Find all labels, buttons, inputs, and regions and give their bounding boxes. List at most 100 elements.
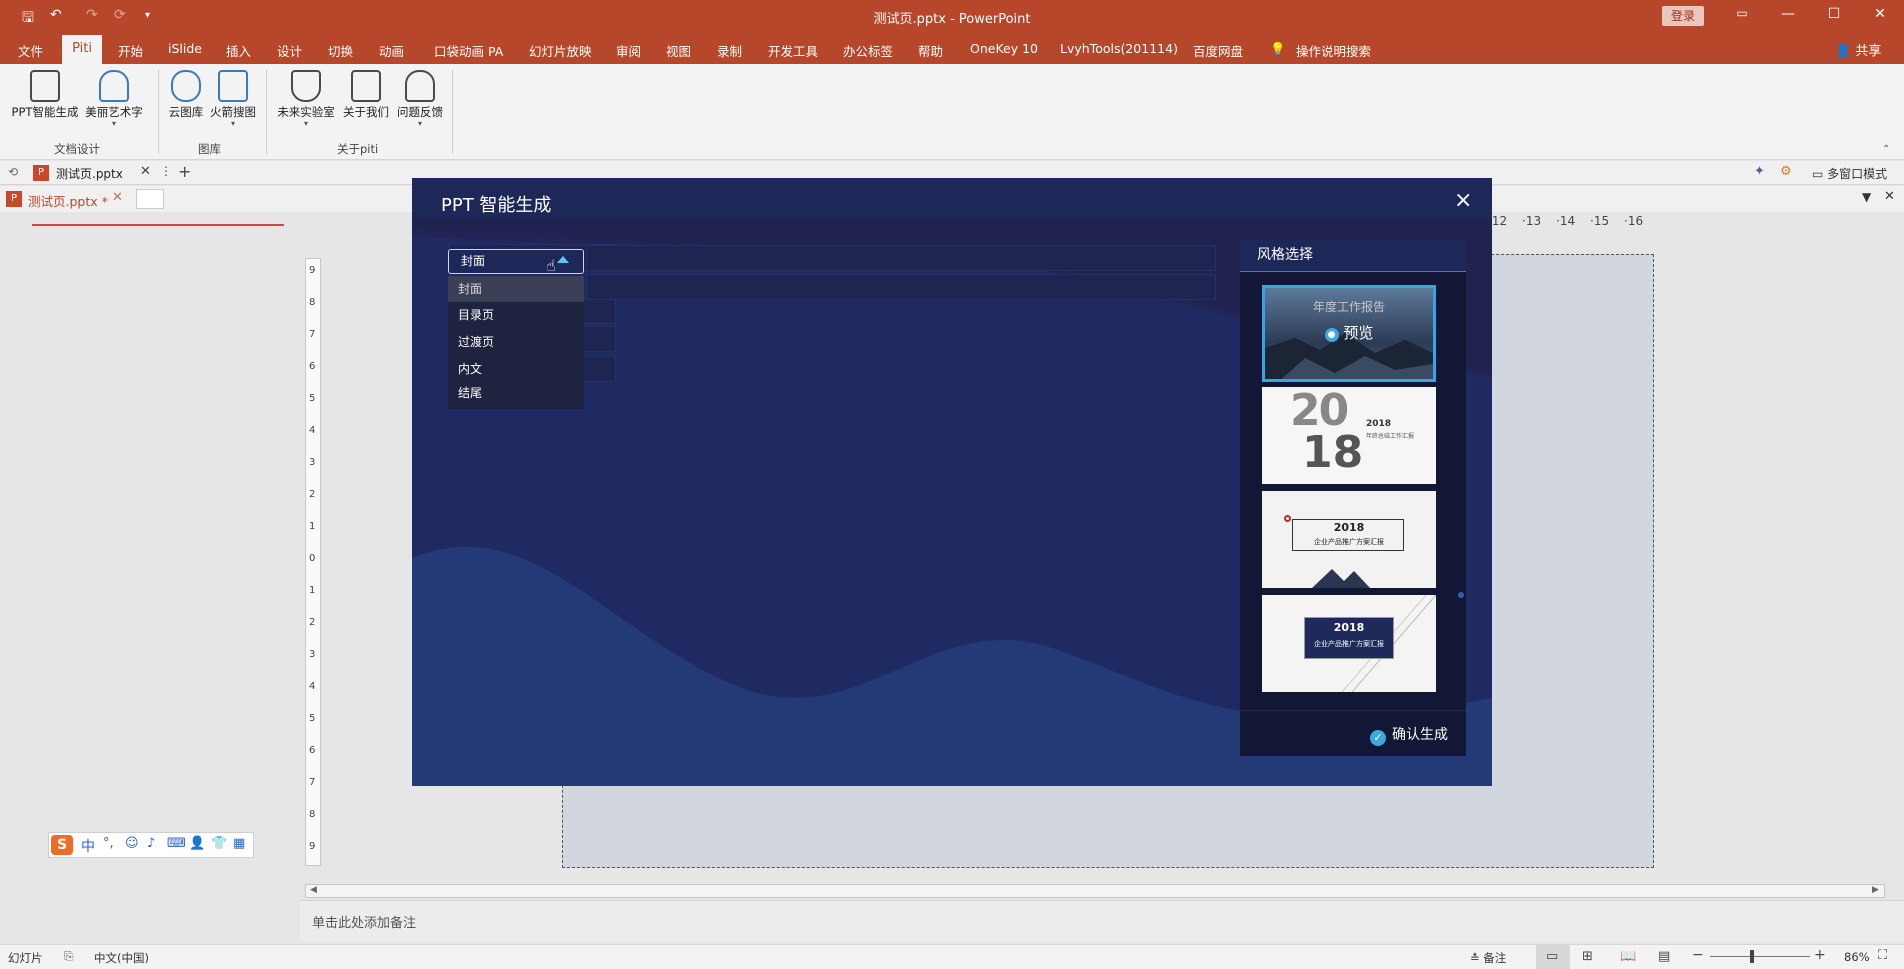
zoom-slider[interactable] (1710, 956, 1810, 957)
rocket-search-button[interactable]: 火箭搜图 ▾ (207, 70, 259, 128)
user-icon[interactable]: 👤 (189, 836, 205, 851)
tab-review[interactable]: 审阅 (616, 41, 641, 60)
preview-button[interactable]: ● 预览 (1265, 322, 1433, 343)
zoom-in-icon[interactable]: + (1814, 947, 1826, 963)
tab-record[interactable]: 录制 (717, 41, 742, 60)
office-tab-label[interactable]: 测试页.pptx * (28, 191, 108, 210)
zoom-level[interactable]: 86% (1844, 950, 1870, 964)
vertical-ruler-label: 9 (309, 841, 316, 852)
confirm-generate-button[interactable]: ✓ 确认生成 (1370, 724, 1448, 746)
panel-scroll-indicator[interactable] (1458, 592, 1464, 598)
zoom-out-icon[interactable]: − (1692, 947, 1704, 963)
close-icon[interactable]: ✕ (1870, 6, 1890, 22)
login-button[interactable]: 登录 (1662, 6, 1704, 26)
ribbon-display-icon[interactable]: ▭ (1732, 6, 1752, 20)
slide-sorter-icon[interactable]: ⊞ (1582, 949, 1593, 964)
office-tabs-close-icon[interactable]: ✕ (1884, 189, 1895, 204)
tab-onekey[interactable]: OneKey 10 (970, 41, 1038, 56)
tab-piti[interactable]: Piti (62, 35, 102, 64)
normal-view-icon[interactable]: ▭ (1546, 949, 1558, 964)
sogou-logo-icon[interactable]: S (51, 835, 73, 855)
keyboard-icon[interactable]: ⌨ (167, 836, 186, 851)
minimize-icon[interactable]: — (1778, 6, 1798, 22)
about-us-button[interactable]: 关于我们 (340, 70, 392, 120)
settings-gear-icon[interactable]: ⚙ (1780, 164, 1792, 179)
doc-tab-more-icon[interactable]: ⋮ (160, 164, 172, 178)
vertical-ruler-label: 5 (309, 393, 316, 404)
tab-developer[interactable]: 开发工具 (768, 41, 818, 60)
collapse-ribbon-icon[interactable]: ⌃ (1882, 144, 1890, 155)
tab-view[interactable]: 视图 (666, 41, 691, 60)
cover-title-field-extension[interactable] (586, 274, 1216, 300)
tab-help[interactable]: 帮助 (918, 41, 943, 60)
scroll-left-icon[interactable]: ◀ (310, 885, 317, 895)
tab-lvyhtools[interactable]: LvyhTools(201114) (1060, 41, 1178, 56)
language-indicator[interactable]: 中文(中国) (94, 950, 149, 966)
new-tab-icon[interactable]: + (178, 162, 191, 181)
tab-animations[interactable]: 动画 (379, 41, 404, 60)
option-transition[interactable]: 过渡页 (448, 329, 584, 355)
slideshow-icon[interactable]: ▤ (1658, 949, 1670, 964)
tab-slideshow[interactable]: 幻灯片放映 (529, 41, 592, 60)
feedback-button[interactable]: 问题反馈 ▾ (394, 70, 446, 128)
fit-to-window-icon[interactable]: ⛶ (1878, 948, 1887, 963)
ppt-generate-button[interactable]: PPT智能生成 (10, 70, 80, 120)
emoji-icon[interactable]: ☺ (125, 836, 139, 851)
doc-tab-label[interactable]: 测试页.pptx (56, 165, 123, 182)
person-icon: 👤 (1835, 44, 1852, 59)
option-cover[interactable]: 封面 (448, 276, 584, 302)
toolbox-icon[interactable]: ▦ (233, 836, 245, 851)
notes-pane[interactable]: 单击此处添加备注 (300, 900, 1904, 942)
group-label-document-design: 文档设计 (54, 142, 100, 156)
office-tab-close-icon[interactable]: ✕ (112, 190, 123, 205)
style-thumb-2[interactable]: 20 18 2018 年终总结工作汇报 (1262, 387, 1436, 484)
tab-home[interactable]: 开始 (118, 41, 143, 60)
mouse-pointer-icon: ☝ (546, 256, 556, 275)
style-thumb-4[interactable]: 2018 企业产品推广方案汇报 (1262, 595, 1436, 692)
maximize-icon[interactable]: ☐ (1824, 6, 1844, 22)
multi-window-label: 多窗口模式 (1827, 167, 1888, 181)
group-divider (158, 70, 159, 154)
style-thumb-1[interactable]: 年度工作报告 ● 预览 (1262, 285, 1436, 382)
chevron-down-icon: ▾ (230, 119, 235, 128)
page-type-select[interactable]: 封面 (448, 249, 584, 274)
future-lab-button[interactable]: 未来实验室 ▾ (275, 70, 337, 128)
tab-islide[interactable]: iSlide (168, 41, 202, 56)
style-thumb-3[interactable]: 2018 企业产品推广方案汇报 (1262, 491, 1436, 588)
option-ending[interactable]: 结尾 (448, 380, 584, 406)
option-content[interactable]: 内文 (448, 356, 584, 382)
scroll-right-icon[interactable]: ▶ (1872, 885, 1879, 895)
tab-list-icon[interactable]: ▼ (1862, 190, 1871, 204)
art-text-button[interactable]: 美丽艺术字 ▾ (82, 70, 146, 128)
company-name-field-extension[interactable] (586, 245, 1216, 271)
zoom-slider-thumb[interactable] (1750, 950, 1754, 963)
magic-icon[interactable]: ✦ (1754, 164, 1765, 179)
cloud-gallery-button[interactable]: 云图库 (164, 70, 208, 120)
notes-toggle[interactable]: ≛ 备注 (1470, 950, 1506, 966)
tab-baidu-netdisk[interactable]: 百度网盘 (1193, 41, 1243, 60)
punctuation-icon[interactable]: °, (103, 836, 114, 851)
tell-me-search[interactable]: 操作说明搜索 (1296, 41, 1371, 60)
tab-file[interactable]: 文件 (18, 41, 43, 60)
doc-tab-close-icon[interactable]: ✕ (140, 164, 151, 179)
ime-toolbar: S 中 °, ☺ ♪ ⌨ 👤 👕 ▦ (48, 832, 254, 858)
microphone-icon[interactable]: ♪ (147, 836, 155, 851)
cloud-gallery-icon (171, 70, 201, 102)
tab-office-tab[interactable]: 办公标签 (843, 41, 893, 60)
tab-pocket-animation[interactable]: 口袋动画 PA (434, 41, 503, 60)
dialog-close-button[interactable]: × (1454, 188, 1472, 213)
new-office-tab[interactable] (136, 189, 164, 209)
chinese-mode-icon[interactable]: 中 (81, 836, 95, 856)
spell-check-icon[interactable]: ⎘ (64, 949, 74, 964)
multi-window-mode-button[interactable]: ▭ 多窗口模式 (1812, 165, 1887, 182)
option-toc[interactable]: 目录页 (448, 302, 584, 328)
reading-view-icon[interactable]: 📖 (1620, 949, 1636, 964)
tab-menu-icon[interactable]: ⟲ (8, 165, 18, 179)
ribbon: PPT智能生成 美丽艺术字 ▾ 云图库 火箭搜图 ▾ 未来实验室 ▾ 关于我们 … (0, 64, 1904, 160)
skin-icon[interactable]: 👕 (211, 836, 227, 851)
tab-design[interactable]: 设计 (277, 41, 302, 60)
tab-insert[interactable]: 插入 (226, 41, 251, 60)
tab-transitions[interactable]: 切换 (328, 41, 353, 60)
horizontal-scrollbar[interactable]: ◀ ▶ (305, 884, 1885, 898)
share-button[interactable]: 👤 共享 (1835, 40, 1881, 59)
